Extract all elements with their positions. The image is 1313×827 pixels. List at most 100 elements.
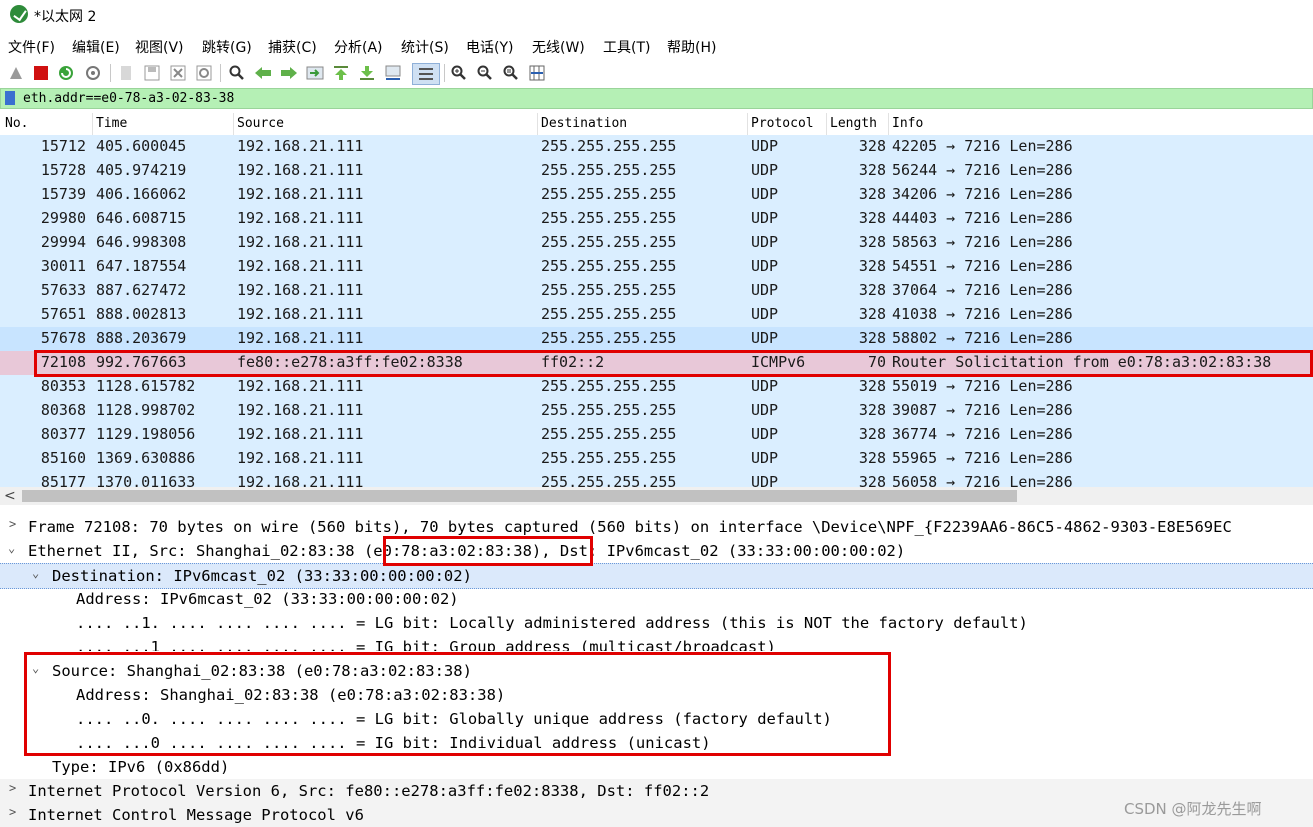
packet-list-hscrollbar[interactable]: <	[0, 487, 1313, 505]
close-file-icon[interactable]	[168, 63, 188, 83]
chevron-down-icon[interactable]: ⌄	[32, 566, 39, 580]
tree-item-icmpv6[interactable]: > Internet Control Message Protocol v6	[0, 803, 1313, 827]
column-divider[interactable]	[888, 113, 889, 135]
column-header-source[interactable]: Source	[237, 116, 284, 131]
packet-row[interactable]: 57651 888.002813 192.168.21.111 255.255.255…	[0, 303, 1313, 327]
tree-item-ipv6[interactable]: > Internet Protocol Version 6, Src: fe80…	[0, 779, 1313, 803]
open-file-icon[interactable]	[116, 63, 136, 83]
menu-file[interactable]: 文件(F)	[8, 37, 55, 57]
packet-row[interactable]: 57633 887.627472 192.168.21.111 255.255.255…	[0, 279, 1313, 303]
packet-details-pane: > Frame 72108: 70 bytes on wire (560 bit…	[0, 512, 1313, 827]
menu-go[interactable]: 跳转(G)	[202, 37, 252, 57]
reload-file-icon[interactable]	[194, 63, 214, 83]
tree-item-dst-address[interactable]: Address: IPv6mcast_02 (33:33:00:00:00:02…	[0, 587, 1313, 611]
packet-info: 34206 → 7216 Len=286	[892, 185, 1073, 203]
zoom-in-icon[interactable]	[449, 63, 469, 83]
tree-item-dst-ig-bit[interactable]: .... ...1 .... .... .... .... = IG bit: …	[0, 635, 1313, 651]
go-back-icon[interactable]	[253, 63, 273, 83]
packet-row[interactable]: 85160 1369.630886 192.168.21.111 255.255.25…	[0, 447, 1313, 471]
auto-scroll-icon[interactable]	[383, 63, 403, 83]
packet-row[interactable]: 80353 1128.615782 192.168.21.111 255.255.25…	[0, 375, 1313, 399]
packet-length: 328	[858, 305, 886, 323]
menu-edit[interactable]: 编辑(E)	[72, 37, 120, 57]
packet-no: 30011	[40, 257, 86, 275]
capture-options-icon[interactable]	[83, 63, 103, 83]
start-capture-icon[interactable]	[6, 63, 26, 83]
chevron-down-icon[interactable]: ⌄	[8, 541, 15, 555]
go-first-packet-icon[interactable]	[331, 63, 351, 83]
resize-columns-icon[interactable]	[527, 63, 547, 83]
packet-no: 15712	[40, 137, 86, 155]
packet-row-selected[interactable]: 72108 992.767663 fe80::e278:a3ff:fe02:8338…	[0, 351, 1313, 375]
go-last-packet-icon[interactable]	[357, 63, 377, 83]
packet-protocol: UDP	[751, 377, 779, 395]
packet-row[interactable]: 80368 1128.998702 192.168.21.111 255.255.25…	[0, 399, 1313, 423]
column-divider[interactable]	[826, 113, 827, 135]
zoom-out-icon[interactable]	[475, 63, 495, 83]
column-header-destination[interactable]: Destination	[541, 116, 627, 131]
packet-destination: 255.255.255.255	[541, 137, 677, 155]
packet-info: 36774 → 7216 Len=286	[892, 425, 1073, 443]
packet-row[interactable]: 29994 646.998308 192.168.21.111 255.255.255…	[0, 231, 1313, 255]
tree-item-src-ig-bit[interactable]: .... ...0 .... .... .... .... = IG bit: …	[0, 731, 1313, 755]
normal-size-icon[interactable]	[501, 63, 521, 83]
menu-statistics[interactable]: 统计(S)	[401, 37, 449, 57]
packet-row[interactable]: 57678 888.203679 192.168.21.111 255.255.255…	[0, 327, 1313, 351]
find-packet-icon[interactable]	[227, 63, 247, 83]
column-divider[interactable]	[92, 113, 93, 135]
restart-capture-icon[interactable]	[56, 63, 76, 83]
toolbar-separator	[110, 64, 111, 82]
column-header-info[interactable]: Info	[892, 116, 923, 131]
menu-analyze[interactable]: 分析(A)	[334, 37, 383, 57]
menu-capture[interactable]: 捕获(C)	[268, 37, 317, 57]
tree-item-src-address[interactable]: Address: Shanghai_02:83:38 (e0:78:a3:02:…	[0, 683, 1313, 707]
chevron-right-icon[interactable]: >	[9, 517, 16, 531]
column-header-time[interactable]: Time	[96, 116, 127, 131]
go-to-packet-icon[interactable]	[305, 63, 325, 83]
packet-no: 72108	[40, 353, 86, 371]
packet-row[interactable]: 85177 1370.011633 192.168.21.111 255.255.25…	[0, 471, 1313, 487]
packet-length: 328	[858, 449, 886, 467]
scroll-thumb[interactable]	[22, 490, 1017, 502]
tree-item-destination[interactable]: ⌄ Destination: IPv6mcast_02 (33:33:00:00…	[0, 563, 1313, 589]
display-filter-input[interactable]	[23, 90, 1283, 106]
tree-item-frame[interactable]: > Frame 72108: 70 bytes on wire (560 bit…	[0, 515, 1313, 539]
packet-row[interactable]: 15728 405.974219 192.168.21.111 255.255.255…	[0, 159, 1313, 183]
stop-capture-icon[interactable]	[31, 63, 51, 83]
tree-item-type[interactable]: Type: IPv6 (0x86dd)	[0, 755, 1313, 779]
packet-time: 1369.630886	[96, 449, 196, 467]
column-divider[interactable]	[233, 113, 234, 135]
menu-telephony[interactable]: 电话(Y)	[466, 37, 513, 57]
menu-help[interactable]: 帮助(H)	[667, 37, 716, 57]
packet-info: 41038 → 7216 Len=286	[892, 305, 1073, 323]
packet-destination: 255.255.255.255	[541, 257, 677, 275]
packet-row[interactable]: 30011 647.187554 192.168.21.111 255.255.255…	[0, 255, 1313, 279]
chevron-right-icon[interactable]: >	[9, 805, 16, 819]
tree-item-ethernet[interactable]: ⌄ Ethernet II, Src: Shanghai_02:83:38 (e…	[0, 539, 1313, 563]
packet-length: 70	[867, 353, 886, 371]
packet-row[interactable]: 15739 406.166062 192.168.21.111 255.255.255…	[0, 183, 1313, 207]
window-title: *以太网 2	[34, 9, 97, 25]
packet-row[interactable]: 15712 405.600045 192.168.21.111 255.255.255…	[0, 135, 1313, 159]
column-header-length[interactable]: Length	[830, 116, 877, 131]
bookmark-icon[interactable]	[5, 91, 15, 105]
tree-item-source[interactable]: ⌄ Source: Shanghai_02:83:38 (e0:78:a3:02…	[0, 659, 1313, 683]
packet-protocol: UDP	[751, 209, 779, 227]
go-forward-icon[interactable]	[279, 63, 299, 83]
column-divider[interactable]	[537, 113, 538, 135]
save-file-icon[interactable]	[142, 63, 162, 83]
tree-item-src-lg-bit[interactable]: .... ..0. .... .... .... .... = LG bit: …	[0, 707, 1313, 731]
column-header-no[interactable]: No.	[5, 116, 28, 131]
menu-tools[interactable]: 工具(T)	[603, 37, 650, 57]
column-header-protocol[interactable]: Protocol	[751, 116, 814, 131]
packet-row[interactable]: 80377 1129.198056 192.168.21.111 255.255.25…	[0, 423, 1313, 447]
tree-item-dst-lg-bit[interactable]: .... ..1. .... .... .... .... = LG bit: …	[0, 611, 1313, 635]
packet-row[interactable]: 29980 646.608715 192.168.21.111 255.255.255…	[0, 207, 1313, 231]
chevron-right-icon[interactable]: >	[9, 781, 16, 795]
chevron-down-icon[interactable]: ⌄	[32, 661, 39, 675]
scroll-left-arrow-icon[interactable]: <	[4, 488, 16, 504]
menu-view[interactable]: 视图(V)	[135, 37, 184, 57]
column-divider[interactable]	[747, 113, 748, 135]
colorize-icon[interactable]	[412, 63, 440, 85]
menu-wireless[interactable]: 无线(W)	[532, 37, 585, 57]
